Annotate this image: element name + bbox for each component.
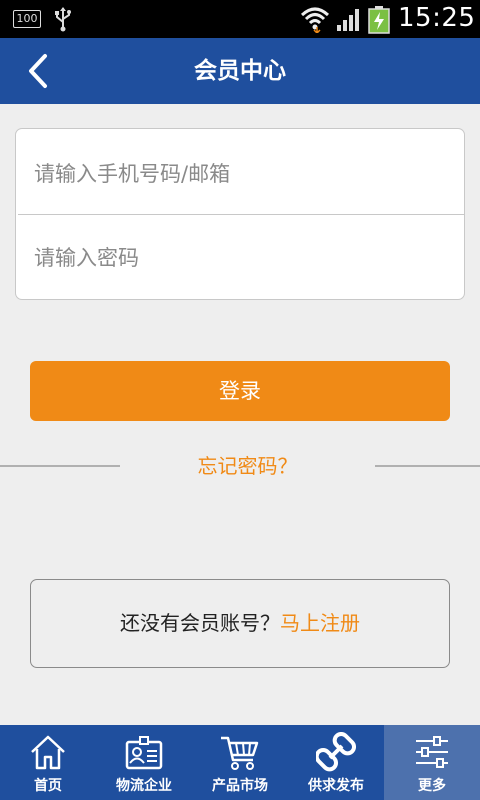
nav-item-supply-demand[interactable]: 供求发布 <box>288 725 384 800</box>
cart-icon <box>192 732 288 774</box>
forgot-password-row: 忘记密码？ <box>0 450 480 484</box>
divider <box>375 465 480 467</box>
login-card <box>15 128 465 300</box>
forgot-password-link[interactable]: 忘记密码？ <box>120 450 375 482</box>
register-box: 还没有会员账号？马上注册 <box>30 579 450 668</box>
status-bar: 100 15:25 <box>0 0 480 38</box>
nav-item-more[interactable]: 更多 <box>384 725 480 800</box>
sliders-icon <box>384 732 480 774</box>
phone-email-input[interactable] <box>16 131 464 216</box>
login-button[interactable]: 登录 <box>30 361 450 421</box>
wifi-icon <box>300 5 330 37</box>
divider <box>0 465 120 467</box>
id-card-icon <box>96 732 192 774</box>
nav-item-market[interactable]: 产品市场 <box>192 725 288 800</box>
battery-charging-icon <box>368 6 390 38</box>
password-input[interactable] <box>16 215 464 300</box>
bottom-nav: 首页 物流企业 产品市场 供求发布 更多 <box>0 725 480 800</box>
nav-item-home[interactable]: 首页 <box>0 725 96 800</box>
chevron-left-icon <box>29 54 47 88</box>
nav-item-logistics[interactable]: 物流企业 <box>96 725 192 800</box>
signal-icon <box>336 8 362 36</box>
nav-label: 供求发布 <box>308 778 364 794</box>
back-button[interactable] <box>18 50 58 92</box>
battery-indicator-icon: 100 <box>13 10 41 28</box>
nav-label: 首页 <box>34 778 62 794</box>
register-link[interactable]: 马上注册 <box>280 611 360 635</box>
page-title: 会员中心 <box>194 58 286 84</box>
register-prompt: 还没有会员账号？ <box>120 611 280 635</box>
nav-label: 更多 <box>418 778 446 794</box>
clock: 15:25 <box>398 3 476 33</box>
link-icon <box>288 732 384 774</box>
nav-label: 物流企业 <box>116 778 172 794</box>
app-header: 会员中心 <box>0 38 480 104</box>
usb-icon <box>52 6 74 36</box>
home-icon <box>0 732 96 774</box>
nav-label: 产品市场 <box>212 778 268 794</box>
